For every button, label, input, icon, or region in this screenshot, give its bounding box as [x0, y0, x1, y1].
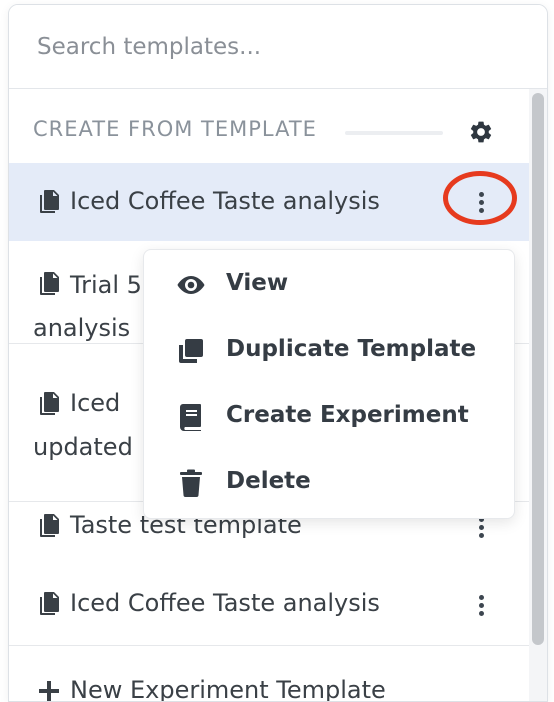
document-copy-icon	[40, 592, 59, 615]
template-name: Trial 5	[70, 271, 142, 299]
eye-icon	[177, 276, 205, 294]
menu-item-label: Create Experiment	[226, 402, 469, 428]
duplicate-icon	[179, 339, 203, 363]
menu-item-label: Delete	[226, 468, 311, 494]
document-copy-icon	[40, 514, 59, 537]
more-options-icon[interactable]	[470, 590, 492, 620]
section-divider	[345, 131, 443, 135]
template-name-line2: analysis	[33, 314, 131, 342]
new-template-button[interactable]: New Experiment Template	[9, 646, 529, 701]
template-name: Iced	[70, 389, 121, 417]
menu-item-label: Duplicate Template	[226, 336, 477, 362]
scrollbar-thumb[interactable]	[532, 93, 544, 645]
section-header: CREATE FROM TEMPLATE	[9, 109, 529, 149]
trash-icon	[180, 469, 202, 497]
more-options-icon[interactable]	[470, 187, 492, 217]
menu-item-view[interactable]: View	[144, 252, 514, 318]
template-dropdown-panel: CREATE FROM TEMPLATE Iced Coffee Taste a…	[8, 4, 548, 702]
template-name-line2: updated	[33, 433, 133, 461]
document-copy-icon	[40, 272, 59, 295]
search-input[interactable]	[9, 5, 547, 89]
section-title: CREATE FROM TEMPLATE	[33, 117, 317, 141]
menu-item-create-experiment[interactable]: Create Experiment	[144, 384, 514, 450]
template-row[interactable]: Iced Coffee Taste analysis	[9, 565, 529, 645]
plus-icon	[39, 681, 59, 701]
menu-item-duplicate-template[interactable]: Duplicate Template	[144, 318, 514, 384]
document-copy-icon	[40, 190, 59, 213]
context-menu: View Duplicate Template Create Experimen…	[143, 249, 515, 519]
document-copy-icon	[40, 392, 59, 415]
menu-item-delete[interactable]: Delete	[144, 450, 514, 516]
menu-item-label: View	[226, 270, 289, 296]
template-name: Iced Coffee Taste analysis	[70, 589, 380, 617]
new-template-label: New Experiment Template	[70, 676, 386, 702]
gear-icon[interactable]	[468, 119, 494, 145]
book-icon	[180, 404, 201, 431]
template-name: Iced Coffee Taste analysis	[70, 187, 380, 215]
template-row[interactable]: Iced Coffee Taste analysis	[9, 163, 529, 241]
